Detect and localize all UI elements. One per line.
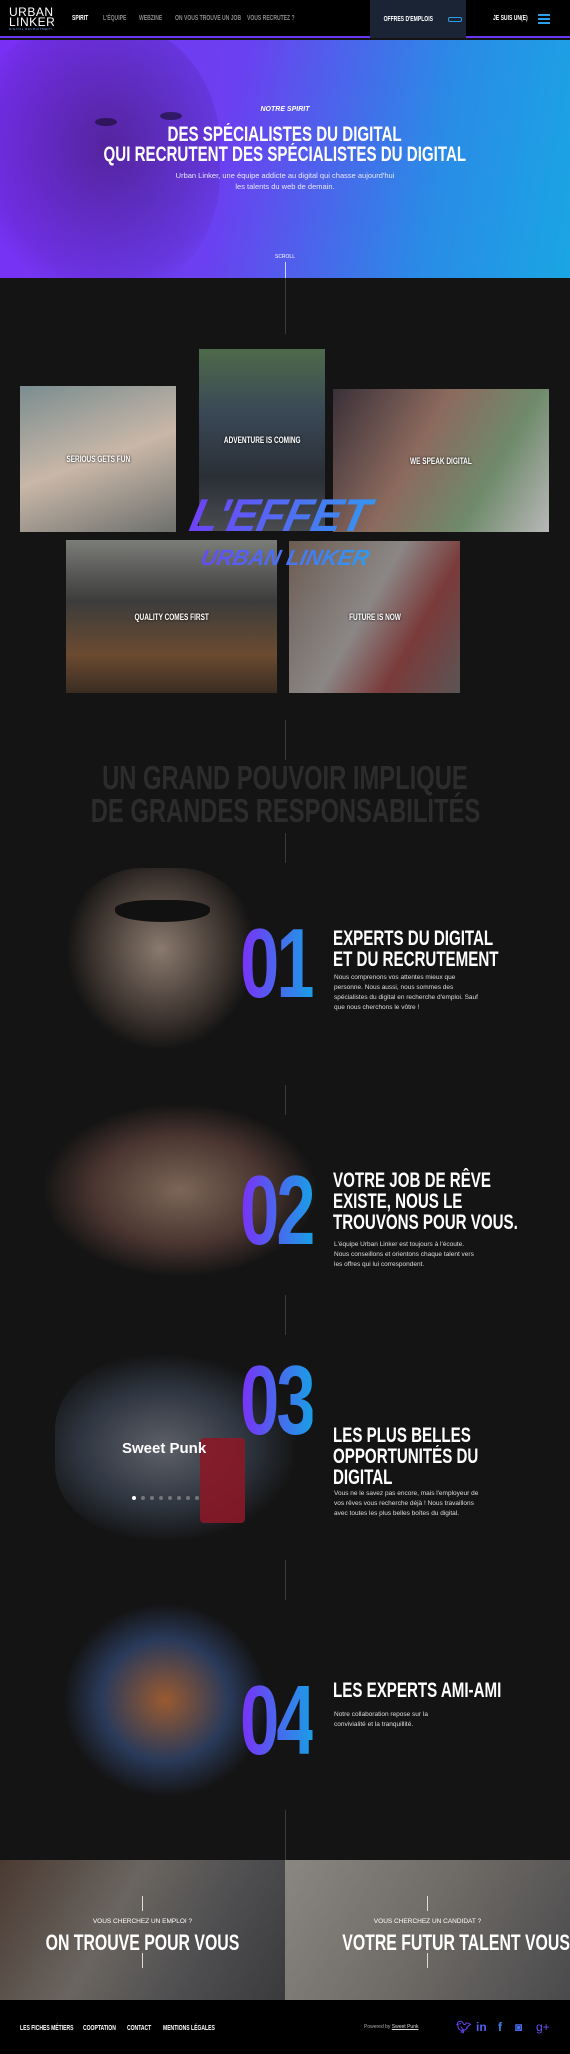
feature-4-text: Notre collaboration repose sur la conviv… (334, 1711, 428, 1728)
offres-label: OFFRES D'EMPLOIS (383, 15, 433, 23)
twitter-icon[interactable]: 🐦︎ (456, 2020, 471, 2034)
carousel-dot[interactable] (150, 1496, 154, 1500)
carousel-dot[interactable] (177, 1496, 181, 1500)
divider-line (285, 833, 286, 863)
footer-link-mentions-legales[interactable]: MENTIONS LÉGALES (163, 2025, 235, 2032)
feature-1-photo (68, 868, 253, 1048)
divider-line (285, 720, 286, 760)
nav-webzine[interactable]: WEBZINE (139, 15, 171, 22)
sweet-punk-caption: Sweet Punk (122, 1440, 207, 1457)
carousel-dots (132, 1496, 199, 1500)
divider-line (285, 278, 286, 334)
hero: NOTRE SPIRIT DES SPÉCIALISTES DU DIGITAL… (0, 40, 570, 278)
hero-kicker: NOTRE SPIRIT (260, 106, 310, 113)
feature-3-title: LES PLUS BELLES OPPORTUNITÉS DU DIGITAL (333, 1424, 479, 1489)
carousel-dot[interactable] (186, 1496, 190, 1500)
carousel-dot[interactable] (195, 1496, 199, 1500)
divider-line (285, 1560, 286, 1600)
sweet-punk-link[interactable]: Sweet Punk (392, 2024, 419, 2030)
nav-vous-recrutez[interactable]: VOUS RECRUTEZ ? (247, 15, 313, 22)
cta-emploi-kicker: VOUS CHERCHEZ UN EMPLOI ? (92, 1918, 193, 1925)
feature-3-text: Vous ne le savez pas encore, mais l'empl… (334, 1490, 479, 1517)
footer-link-cooptation[interactable]: COOPTATION (83, 2025, 129, 2032)
feature-4-title: LES EXPERTS AMI-AMI (333, 1679, 502, 1702)
footer: LES FICHES MÉTIERS COOPTATION CONTACT ME… (0, 2000, 570, 2054)
motto-line2: DE GRANDES RESPONSABILITÉS (90, 792, 480, 829)
hero-title-line1: DES SPÉCIALISTES DU DIGITAL (167, 123, 403, 146)
logo[interactable]: URBAN LINKER DIGITAL RECRUITMENT (9, 6, 56, 32)
hamburger-icon[interactable] (538, 14, 550, 26)
logo-tagline: DIGITAL RECRUITMENT (9, 27, 53, 31)
scroll-indicator[interactable]: SCROLL (0, 254, 570, 260)
pencil-arrow-icon (448, 16, 463, 22)
effet-title: L'EFFET (144, 488, 415, 542)
footer-link-contact[interactable]: CONTACT (127, 2025, 161, 2032)
divider-line (285, 1295, 286, 1335)
feature-1-text: Nous comprenons vos attentes mieux que p… (334, 974, 478, 1011)
linkedin-icon[interactable]: in (476, 2020, 487, 2034)
sunglasses-shape (115, 900, 210, 922)
hero-subtitle: Urban Linker, une équipe addicte au digi… (175, 171, 395, 191)
feature-2-number: 02 (240, 1155, 316, 1265)
offres-emplois-button[interactable]: OFFRES D'EMPLOIS (370, 0, 466, 38)
effet-subtitle: URBAN LINKER (167, 545, 403, 571)
nav-spirit[interactable]: SPIRIT (72, 15, 95, 22)
red-fridge-shape (200, 1438, 245, 1523)
logo-line2: LINKER (9, 15, 56, 29)
scroll-line (285, 262, 286, 278)
carousel-dot[interactable] (141, 1496, 145, 1500)
cta-candidat-kicker: VOUS CHERCHEZ UN CANDIDAT ? (373, 1918, 482, 1925)
top-nav: URBAN LINKER DIGITAL RECRUITMENT SPIRIT … (0, 0, 570, 38)
instagram-icon[interactable]: ◙ (515, 2020, 522, 2034)
carousel-dot[interactable] (168, 1496, 172, 1500)
cta-emploi[interactable]: VOUS CHERCHEZ UN EMPLOI ? ON TROUVE POUR… (0, 1860, 285, 2000)
hero-title-line2: QUI RECRUTENT DES SPÉCIALISTES DU DIGITA… (103, 143, 467, 166)
feature-4-photo (65, 1605, 265, 1795)
carousel-dot[interactable] (159, 1496, 163, 1500)
feature-4-number: 04 (240, 1665, 316, 1775)
feature-3-number: 03 (240, 1345, 316, 1455)
divider-line (285, 1810, 286, 1860)
facebook-icon[interactable]: f (498, 2020, 502, 2034)
motto-line1: UN GRAND POUVOIR IMPLIQUE (102, 759, 468, 796)
feature-1-title: EXPERTS DU DIGITAL ET DU RECRUTEMENT (333, 927, 499, 971)
powered-by: Powered by Sweet Punk (364, 2024, 419, 2030)
cta-candidat[interactable]: VOUS CHERCHEZ UN CANDIDAT ? VOTRE FUTUR … (285, 1860, 570, 2000)
carousel-dot[interactable] (132, 1496, 136, 1500)
divider-line (285, 1085, 286, 1115)
hero-eye (160, 112, 182, 120)
feature-2-title: VOTRE JOB DE RÊVE EXISTE, NOUS LE TROUVONS… (333, 1169, 518, 1234)
google-plus-icon[interactable]: g+ (536, 2020, 550, 2034)
feature-1-number: 01 (240, 908, 316, 1018)
nav-equipe[interactable]: L'ÉQUIPE (103, 15, 135, 22)
je-suis-button[interactable]: JE SUIS UN(E) (493, 15, 541, 22)
feature-2-text: L'équipe Urban Linker est toujours à l'é… (334, 1241, 474, 1268)
